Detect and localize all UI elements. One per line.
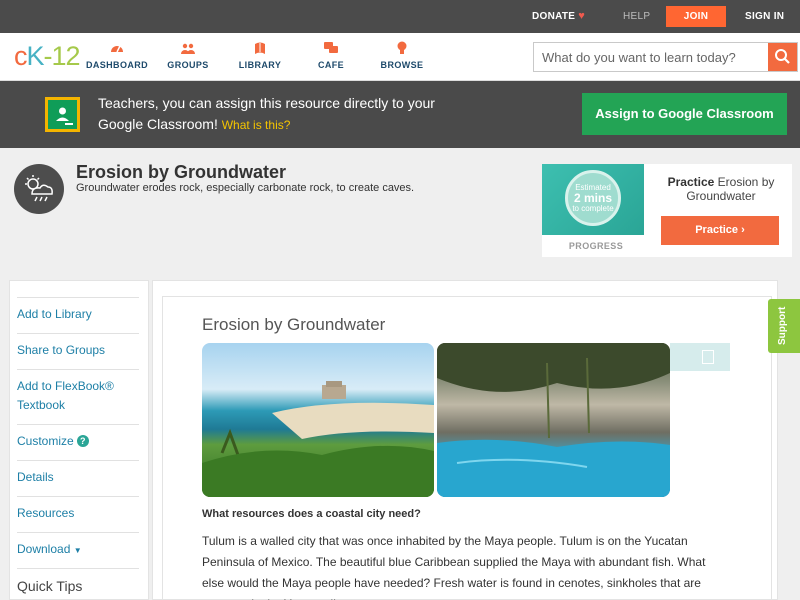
sidebar-item-resources[interactable]: Resources xyxy=(17,504,139,523)
donate-label: DONATE xyxy=(532,11,576,22)
nav-dashboard[interactable]: DASHBOARD xyxy=(82,41,152,70)
logo-12: -12 xyxy=(43,41,81,71)
practice-button-label: Practice xyxy=(695,224,739,236)
caret-down-icon: ▼ xyxy=(73,546,82,555)
logo-c: c xyxy=(14,41,27,71)
search-button[interactable] xyxy=(768,43,797,71)
dashboard-icon xyxy=(111,45,123,53)
progress-graphic: Estimated 2 mins to complete xyxy=(542,164,644,235)
divider xyxy=(17,333,139,334)
customize-label: Customize xyxy=(17,434,74,448)
nav-groups[interactable]: GROUPS xyxy=(153,41,223,70)
logo-k: K xyxy=(26,41,45,71)
divider xyxy=(17,297,139,298)
donate-link[interactable]: DONATE ♥ xyxy=(532,0,585,33)
page-title: Erosion by Groundwater xyxy=(76,162,287,182)
groups-icon xyxy=(181,43,195,54)
sign-in-link[interactable]: SIGN IN xyxy=(745,0,784,33)
support-label: Support xyxy=(777,306,788,345)
article-paragraph: Tulum is a walled city that was once inh… xyxy=(202,534,706,600)
article-title: Erosion by Groundwater xyxy=(202,315,386,334)
nav-label: GROUPS xyxy=(167,60,209,70)
search-icon xyxy=(775,49,790,64)
sidebar: Add to Library Share to Groups Add to Fl… xyxy=(9,280,149,600)
practice-title: Practice Erosion by Groundwater xyxy=(660,175,782,203)
support-tab[interactable]: Support xyxy=(768,299,800,353)
estimate-bottom: to complete xyxy=(572,204,614,213)
banner-message: Teachers, you can assign this resource d… xyxy=(98,93,458,136)
practice-title-strong: Practice xyxy=(667,175,715,189)
divider xyxy=(17,424,139,425)
estimate-text: Estimated 2 mins to complete xyxy=(565,183,621,213)
reader-toolstrip xyxy=(670,343,730,371)
sidebar-item-add-to-flexbook[interactable]: Add to FlexBook® Textbook xyxy=(17,377,139,415)
heart-icon: ♥ xyxy=(578,10,586,22)
practice-button[interactable]: Practice › xyxy=(661,216,779,245)
document-icon[interactable] xyxy=(702,350,714,364)
divider xyxy=(17,532,139,533)
ck12-logo[interactable]: cK-12 xyxy=(14,41,81,71)
practice-card: Estimated 2 mins to complete PROGRESS Pr… xyxy=(542,164,792,257)
chevron-right-icon: › xyxy=(741,224,745,236)
tulum-coast-photo xyxy=(202,343,434,497)
sidebar-item-add-to-library[interactable]: Add to Library xyxy=(17,305,139,324)
page-subtitle: Groundwater erodes rock, especially carb… xyxy=(76,182,415,194)
sidebar-item-download[interactable]: Download ▼ xyxy=(17,540,139,560)
search-input[interactable] xyxy=(534,43,769,71)
divider xyxy=(17,369,139,370)
chat-bubbles-icon xyxy=(324,42,338,53)
estimate-value: 2 mins xyxy=(573,191,612,205)
weather-icon xyxy=(14,164,64,214)
nav-browse[interactable]: BROWSE xyxy=(367,41,437,70)
nav-label: DASHBOARD xyxy=(85,60,149,70)
main-nav: cK-12 DASHBOARD GROUPS LIBRARY CAFE BROW… xyxy=(0,33,800,81)
download-label: Download xyxy=(17,542,71,556)
cenote-cave-photo xyxy=(437,343,670,497)
nav-cafe[interactable]: CAFE xyxy=(296,41,366,70)
top-utility-bar: DONATE ♥ HELP JOIN SIGN IN xyxy=(0,0,800,33)
lightbulb-icon xyxy=(397,41,407,54)
nav-label: CAFE xyxy=(317,60,345,70)
quick-tips-heading[interactable]: Quick Tips xyxy=(17,578,82,594)
library-icon xyxy=(255,42,265,54)
google-classroom-icon xyxy=(45,97,80,132)
search-box xyxy=(533,42,798,72)
divider xyxy=(17,460,139,461)
join-button[interactable]: JOIN xyxy=(666,6,726,27)
nav-label: BROWSE xyxy=(380,60,424,70)
sidebar-item-share-to-groups[interactable]: Share to Groups xyxy=(17,341,139,360)
help-link[interactable]: HELP xyxy=(623,0,650,33)
help-question-icon[interactable]: ? xyxy=(76,435,89,447)
what-is-this-link[interactable]: What is this? xyxy=(222,118,291,132)
assign-to-classroom-button[interactable]: Assign to Google Classroom xyxy=(582,93,787,135)
divider xyxy=(17,568,139,569)
sidebar-item-details[interactable]: Details xyxy=(17,468,139,487)
nav-label: LIBRARY xyxy=(238,60,282,70)
nav-library[interactable]: LIBRARY xyxy=(225,41,295,70)
google-classroom-banner: Teachers, you can assign this resource d… xyxy=(0,81,800,148)
divider xyxy=(17,496,139,497)
article-question: What resources does a coastal city need? xyxy=(202,508,421,520)
progress-label: PROGRESS xyxy=(568,241,624,251)
sidebar-item-customize[interactable]: Customize? xyxy=(17,432,139,451)
